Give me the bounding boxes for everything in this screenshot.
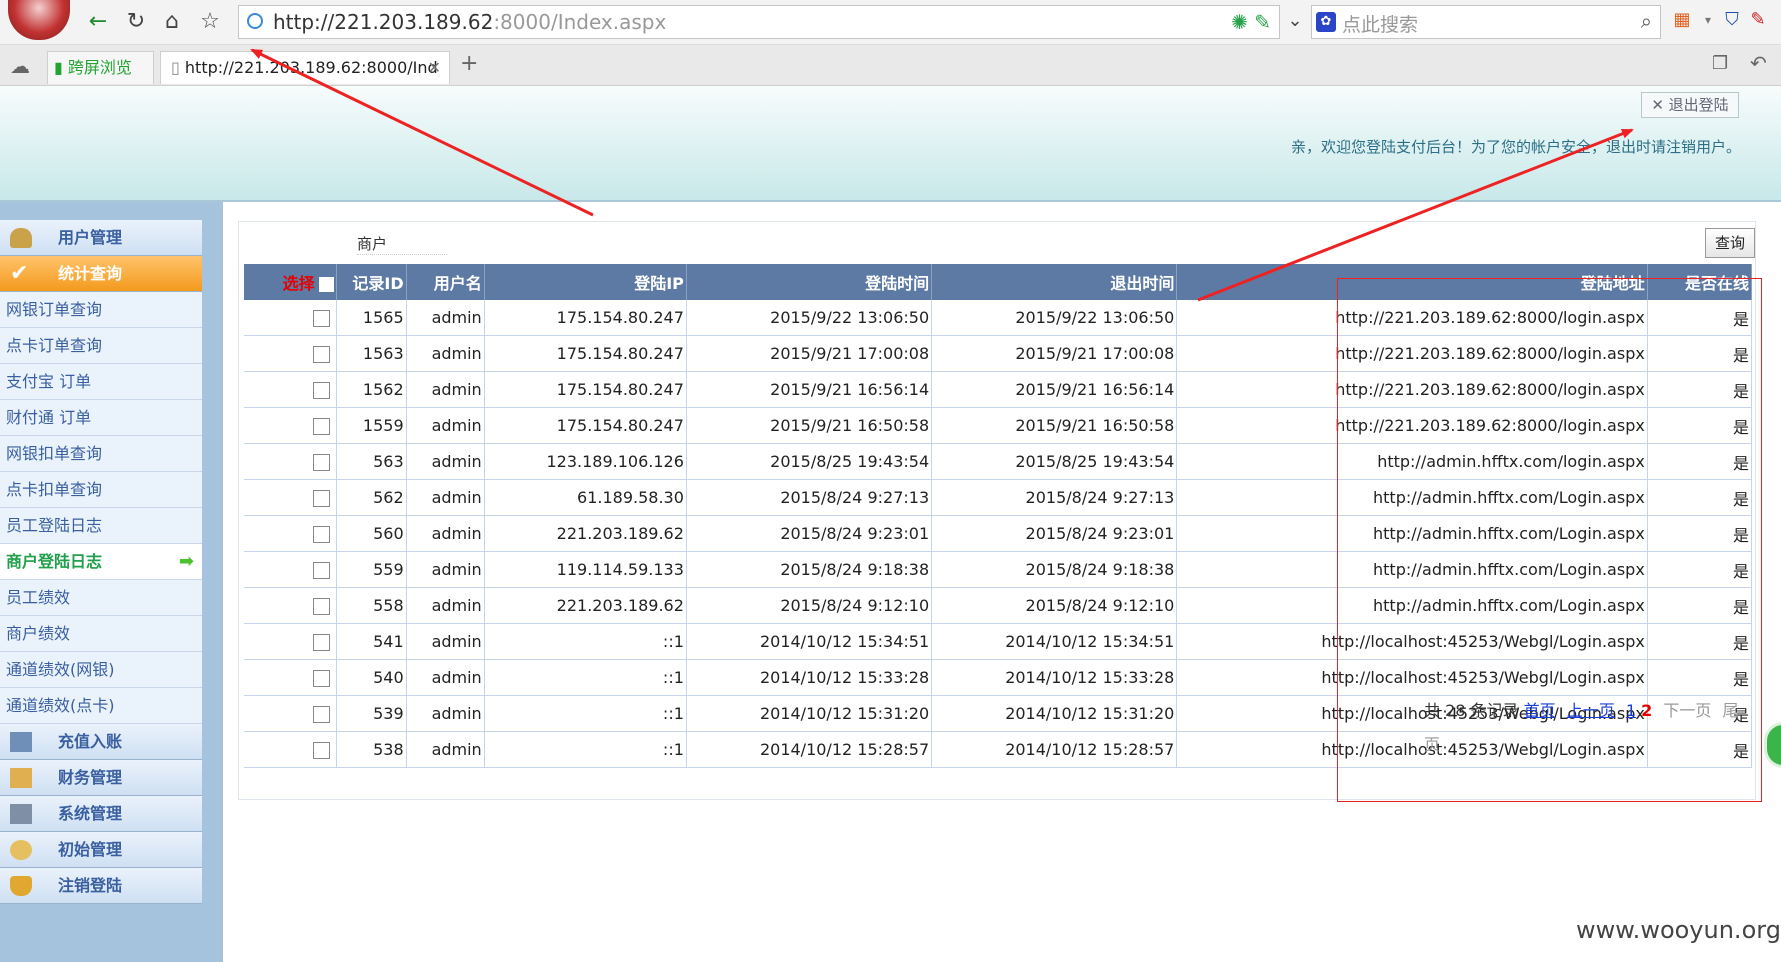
arrow-to-logout (1197, 128, 1634, 302)
annotation-highlight-box (1337, 278, 1762, 802)
arrow-to-url (250, 48, 594, 217)
watermark: www.wooyun.org (1576, 916, 1781, 944)
